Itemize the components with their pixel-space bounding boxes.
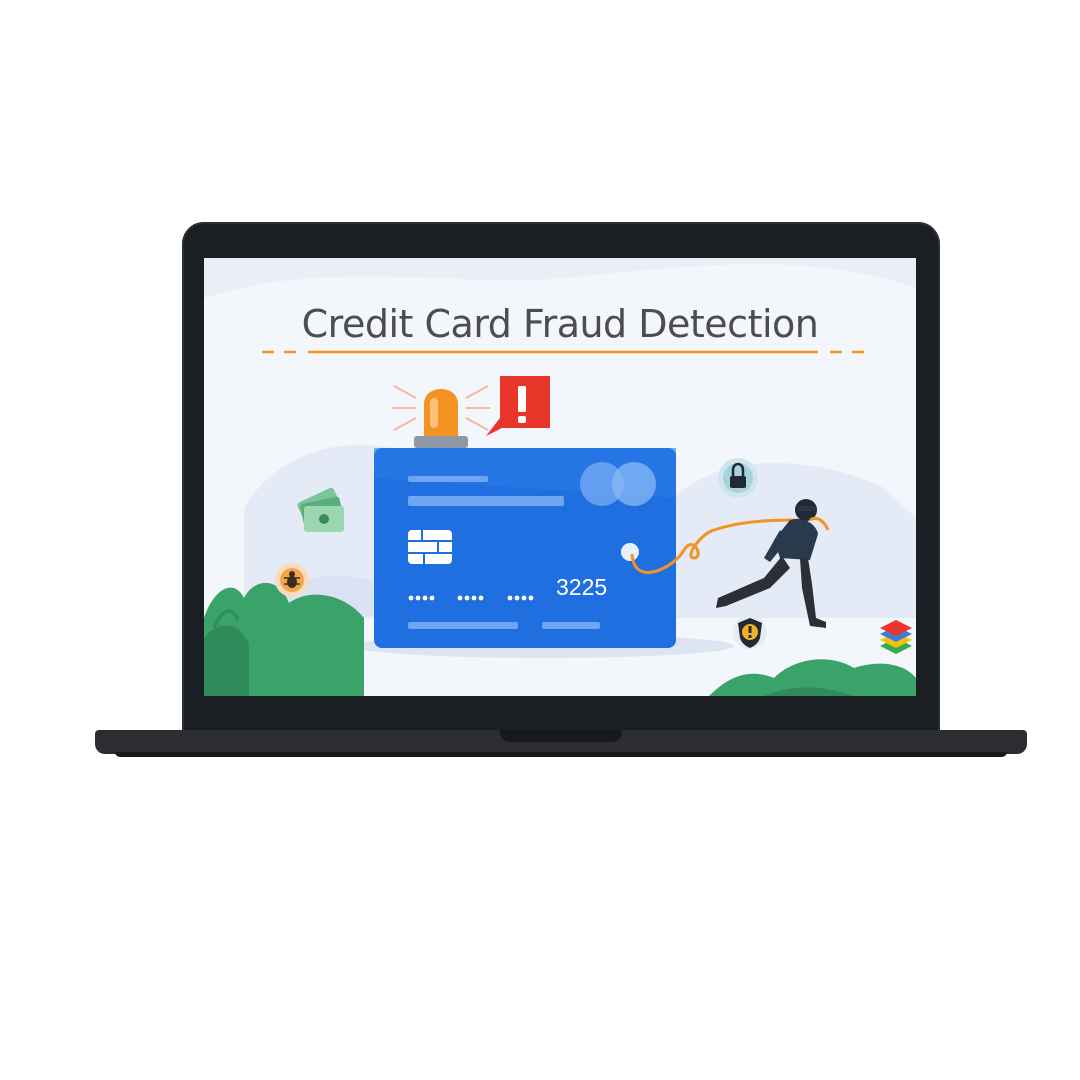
foliage-right-icon [709, 659, 916, 696]
alarm-light-icon [392, 385, 490, 448]
card-last-digits: 3225 [556, 574, 608, 600]
shield-alert-icon [733, 615, 767, 649]
layers-icon [880, 620, 912, 654]
bug-icon [275, 563, 309, 597]
slide-title: Credit Card Fraud Detection [301, 302, 819, 346]
card-chip-icon [408, 530, 452, 564]
credit-card [374, 448, 676, 648]
lock-icon [718, 458, 758, 498]
laptop-notch [500, 730, 622, 742]
laptop-screen: Credit Card Fraud Detection 3225 [204, 258, 916, 696]
foliage-left-icon [204, 582, 364, 696]
alert-exclamation-icon [486, 376, 550, 436]
laptop-base-edge [115, 752, 1007, 757]
